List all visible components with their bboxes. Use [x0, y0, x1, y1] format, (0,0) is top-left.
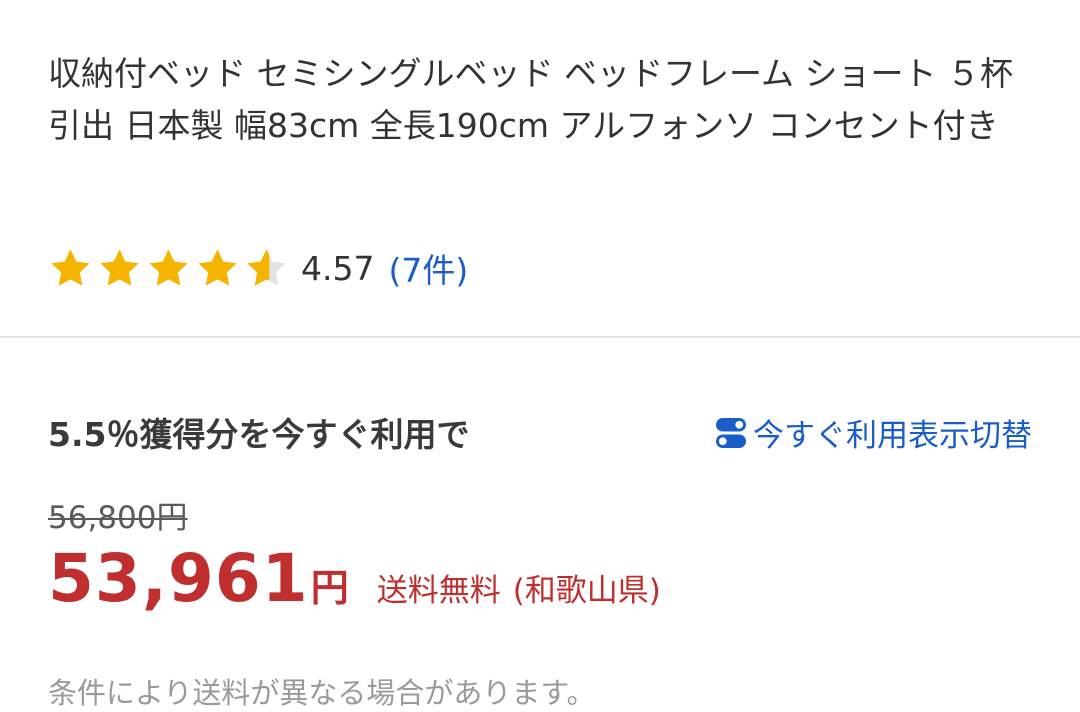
star-rating	[48, 246, 293, 291]
points-heading: 5.5％獲得分を今すぐ利用で	[48, 415, 470, 454]
rating-row: 4.57 (7件)	[48, 244, 468, 292]
half-star-icon	[247, 248, 286, 286]
points-display-toggle-link[interactable]: 今すぐ利用表示切替	[713, 410, 1032, 455]
toggle-switch-icon	[716, 417, 746, 448]
star-icon	[51, 248, 90, 286]
original-price: 56,800円	[48, 500, 188, 536]
sale-price-currency: 円	[310, 566, 349, 610]
toggle-label: 今すぐ利用表示切替	[753, 418, 1032, 454]
sale-price-row: 53,961 円 送料無料 (和歌山県)	[48, 540, 661, 617]
star-icon	[100, 248, 139, 286]
section-divider	[0, 336, 1080, 338]
star-icon	[198, 248, 237, 286]
rating-value: 4.57	[301, 248, 375, 288]
sale-price-amount: 53,961	[48, 540, 309, 617]
free-shipping-label: 送料無料	[376, 573, 501, 609]
review-count-link[interactable]: (7件)	[388, 244, 468, 292]
shipping-note: 条件により送料が異なる場合があります。	[48, 676, 596, 710]
product-title: 収納付ベッド セミシングルベッド ベッドフレーム ショート ５杯引出 日本製 幅…	[48, 54, 1013, 145]
shipping-region: (和歌山県)	[512, 573, 661, 609]
star-icon	[149, 248, 188, 286]
